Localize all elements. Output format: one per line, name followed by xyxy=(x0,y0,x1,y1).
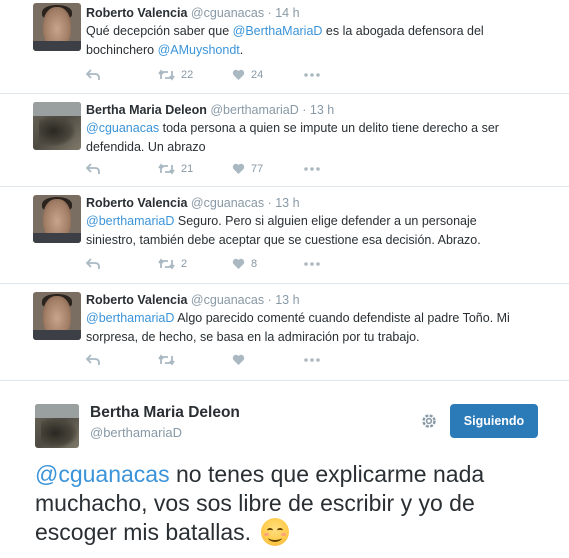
reply-button[interactable] xyxy=(86,67,100,83)
tweet-actions xyxy=(86,352,346,368)
retweet-button[interactable]: 22 xyxy=(158,67,193,83)
reply-button[interactable] xyxy=(86,256,100,272)
author-name[interactable]: Bertha Maria Deleon xyxy=(86,103,207,117)
more-button[interactable] xyxy=(304,67,320,83)
timestamp[interactable]: 13 h xyxy=(275,196,299,210)
like-count: 24 xyxy=(251,69,264,81)
smiling-face-emoji xyxy=(261,518,290,546)
gear-icon[interactable] xyxy=(420,412,438,430)
mention-link[interactable]: @cguanacas xyxy=(35,461,170,487)
more-button[interactable] xyxy=(304,256,320,272)
separator-dot: · xyxy=(267,196,272,210)
tweet-header: Roberto Valencia @cguanacas · 13 h xyxy=(86,196,300,210)
retweet-icon xyxy=(158,258,175,270)
avatar[interactable] xyxy=(33,292,81,340)
like-button[interactable]: 77 xyxy=(232,161,263,177)
heart-icon xyxy=(232,163,245,174)
conversation-thread: Roberto Valencia @cguanacas · 14 h Qué d… xyxy=(0,0,569,381)
author-name[interactable]: Roberto Valencia xyxy=(86,196,187,210)
more-icon xyxy=(304,262,320,266)
featured-tweet: Bertha Maria Deleon @berthamariaD Siguie… xyxy=(0,392,569,558)
tweet-header: Roberto Valencia @cguanacas · 14 h xyxy=(86,6,300,20)
tweet-header: Roberto Valencia @cguanacas · 13 h xyxy=(86,293,300,307)
avatar[interactable] xyxy=(35,404,79,448)
more-button[interactable] xyxy=(304,352,320,368)
tweet-actions: 21 77 xyxy=(86,161,346,177)
separator-dot: · xyxy=(267,293,272,307)
tweet-text: @cguanacas toda persona a quien se imput… xyxy=(86,119,526,157)
tweet-text: Qué decepción saber que @BerthaMariaD es… xyxy=(86,22,526,60)
retweet-icon xyxy=(158,354,175,366)
reply-icon xyxy=(86,69,100,80)
author-name[interactable]: Bertha Maria Deleon xyxy=(90,404,240,422)
retweet-button[interactable]: 2 xyxy=(158,256,187,272)
tweet-text: @berthamariaD Seguro. Pero si alguien el… xyxy=(86,212,526,250)
reply-icon xyxy=(86,258,100,269)
retweet-button[interactable]: 21 xyxy=(158,161,193,177)
tweet-text: @cguanacas no tenes que explicarme nada … xyxy=(35,460,535,547)
tweet-actions: 22 24 xyxy=(86,67,346,83)
author-name[interactable]: Roberto Valencia xyxy=(86,6,187,20)
like-button[interactable]: 8 xyxy=(232,256,257,272)
mention-link[interactable]: @berthamariaD xyxy=(86,214,174,228)
retweet-icon xyxy=(158,69,175,81)
like-count: 8 xyxy=(251,258,258,270)
more-icon xyxy=(304,358,320,362)
like-count: 77 xyxy=(251,163,264,175)
tweet[interactable]: Bertha Maria Deleon @berthamariaD · 13 h… xyxy=(0,94,569,187)
timestamp[interactable]: 13 h xyxy=(310,103,334,117)
mention-link[interactable]: @AMuyshondt xyxy=(158,43,240,57)
retweet-button[interactable] xyxy=(158,352,181,368)
following-button[interactable]: Siguiendo xyxy=(450,404,538,438)
tweet[interactable]: Roberto Valencia @cguanacas · 13 h @bert… xyxy=(0,284,569,381)
text-segment: Qué decepción saber que xyxy=(86,24,233,38)
tweet-header: Bertha Maria Deleon @berthamariaD · 13 h xyxy=(86,103,334,117)
retweet-count: 21 xyxy=(181,163,194,175)
like-button[interactable] xyxy=(232,352,251,368)
author-handle[interactable]: @cguanacas xyxy=(191,196,264,210)
heart-icon xyxy=(232,354,245,365)
more-icon xyxy=(304,73,320,77)
retweet-icon xyxy=(158,163,175,175)
author-handle[interactable]: @cguanacas xyxy=(191,6,264,20)
tweet-text: @berthamariaD Algo parecido comenté cuan… xyxy=(86,309,526,347)
more-button[interactable] xyxy=(304,161,320,177)
retweet-count: 2 xyxy=(181,258,188,270)
author-name[interactable]: Roberto Valencia xyxy=(86,293,187,307)
author-handle[interactable]: @cguanacas xyxy=(191,293,264,307)
separator-dot: · xyxy=(267,6,272,20)
timestamp[interactable]: 14 h xyxy=(275,6,299,20)
author-handle[interactable]: @berthamariaD xyxy=(210,103,298,117)
like-button[interactable]: 24 xyxy=(232,67,263,83)
heart-icon xyxy=(232,69,245,80)
reply-button[interactable] xyxy=(86,161,100,177)
timestamp[interactable]: 13 h xyxy=(275,293,299,307)
avatar[interactable] xyxy=(33,195,81,243)
avatar[interactable] xyxy=(33,102,81,150)
avatar[interactable] xyxy=(33,3,81,51)
author-handle[interactable]: @berthamariaD xyxy=(90,425,182,440)
mention-link[interactable]: @cguanacas xyxy=(86,121,159,135)
tweet-actions: 2 8 xyxy=(86,256,346,272)
retweet-count: 22 xyxy=(181,69,194,81)
text-segment: . xyxy=(239,43,244,57)
separator-dot: · xyxy=(302,103,307,117)
more-icon xyxy=(304,167,320,171)
mention-link[interactable]: @berthamariaD xyxy=(86,311,174,325)
tweet[interactable]: Roberto Valencia @cguanacas · 14 h Qué d… xyxy=(0,0,569,94)
reply-icon xyxy=(86,354,100,365)
tweet[interactable]: Roberto Valencia @cguanacas · 13 h @bert… xyxy=(0,187,569,284)
mention-link[interactable]: @BerthaMariaD xyxy=(233,24,323,38)
reply-icon xyxy=(86,163,100,174)
heart-icon xyxy=(232,258,245,269)
reply-button[interactable] xyxy=(86,352,100,368)
